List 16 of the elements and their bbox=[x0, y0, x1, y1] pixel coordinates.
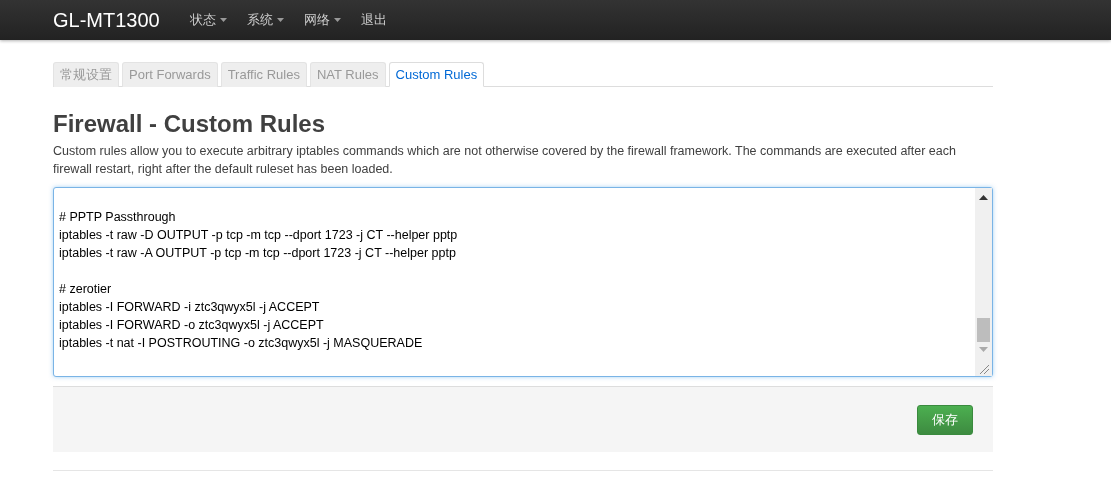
nav-menu-item[interactable]: 状态 bbox=[179, 11, 237, 29]
scroll-down-icon[interactable] bbox=[979, 347, 988, 352]
rules-field[interactable]: # PPTP Passthrough iptables -t raw -D OUTPUT -p tcp -m tcp --dport 1723 -j CT --helper pptp iptables -t raw -A OUTPUT -p tcp -m tcp --dport 1723 -j CT --helper pptp # zerotier iptables -I FORWARD -i ztc3qwyx5l -j ACCEPT iptables -I FORWARD -o ztc3qwyx5l -j ACCEPT iptables -t nat -I POSTROUTING -o ztc3qwyx5l -j MASQUERADE bbox=[54, 188, 975, 376]
description-text: Custom rules allow you to execute arbitrary iptables commands which are not otherwise covered by the firewall framework. The commands are executed after each firewall restart, right after the default ruleset has been loaded. bbox=[53, 143, 957, 178]
scrollbar-thumb[interactable] bbox=[977, 318, 990, 342]
page-title: Firewall - Custom Rules bbox=[53, 110, 327, 138]
resize-grip-icon[interactable] bbox=[980, 365, 989, 374]
caret-icon bbox=[219, 18, 227, 22]
nav-menu-item[interactable]: 退出 bbox=[350, 11, 397, 29]
caret-icon bbox=[333, 18, 341, 22]
caret-icon bbox=[276, 18, 284, 22]
scroll-up-icon[interactable] bbox=[979, 195, 988, 200]
nav-menu-item[interactable]: 系统 bbox=[236, 11, 294, 29]
tab[interactable]: Custom Rules bbox=[388, 62, 485, 87]
brand-logo[interactable]: GL-MT1300 bbox=[53, 8, 160, 32]
nav-menu-item[interactable]: 网络 bbox=[293, 11, 351, 29]
